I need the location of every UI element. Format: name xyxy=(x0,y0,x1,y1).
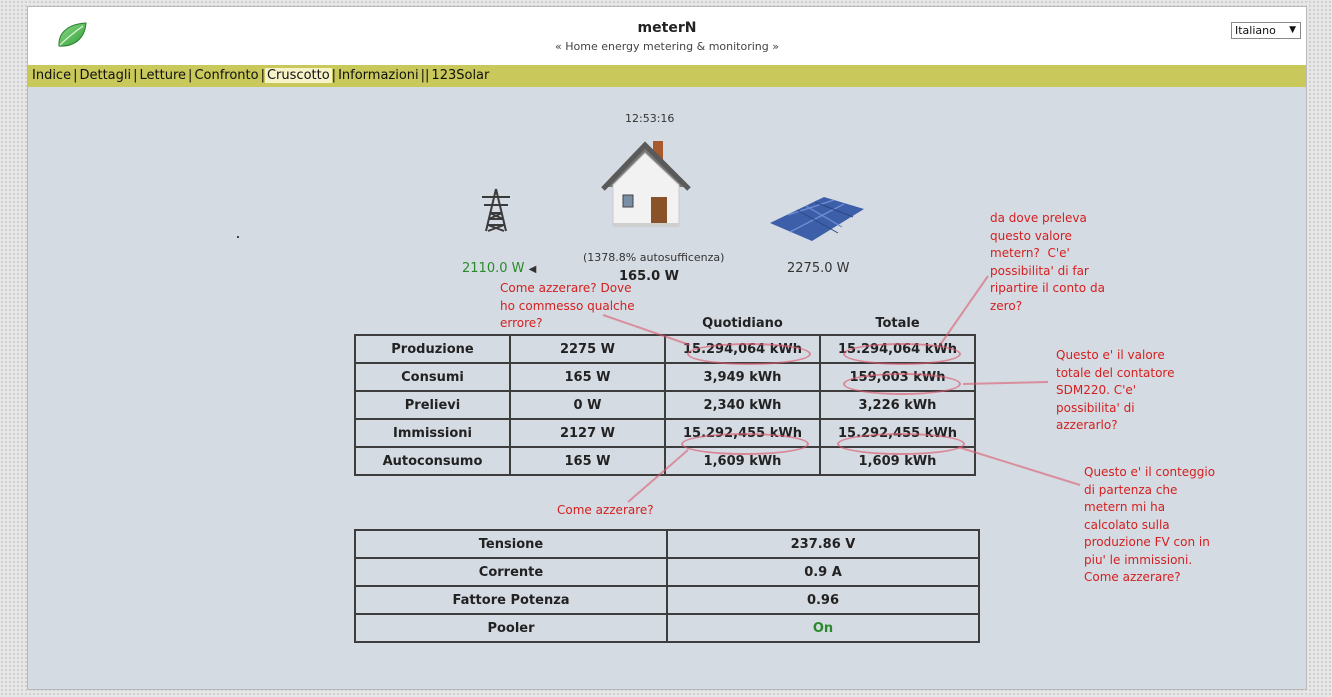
row-label: Pooler xyxy=(354,613,668,643)
nav-item-123solar[interactable]: 123Solar xyxy=(429,68,491,83)
highlight-ellipse xyxy=(843,373,961,395)
site-subtitle: « Home energy metering & monitoring » xyxy=(555,40,779,53)
nav-item-cruscotto[interactable]: Cruscotto xyxy=(264,68,332,83)
table-row: Corrente 0.9 A xyxy=(354,557,980,587)
table-header-cell xyxy=(355,312,510,335)
cell-daily: 3,949 kWh xyxy=(664,362,821,392)
electrical-table: Tensione 237.86 V Corrente 0.9 A Fattore… xyxy=(354,529,980,643)
site-title: meterN xyxy=(637,20,697,36)
language-select-value: Italiano xyxy=(1235,24,1276,37)
pooler-status: On xyxy=(666,613,980,643)
cell-value: 237.86 V xyxy=(666,529,980,559)
cell-power: 165 W xyxy=(509,446,666,476)
clock: 12:53:16 xyxy=(625,112,675,125)
stray-dot xyxy=(237,236,239,238)
table-row: Prelievi 0 W 2,340 kWh 3,226 kWh xyxy=(354,390,976,420)
highlight-ellipse xyxy=(837,433,965,455)
page-frame: meterN « Home energy metering & monitori… xyxy=(27,6,1307,690)
row-label: Fattore Potenza xyxy=(354,585,668,615)
autosufficiency-text: (1378.8% autosufficenza) xyxy=(583,251,725,264)
table-row: Fattore Potenza 0.96 xyxy=(354,585,980,615)
flow-arrow-icon: ◀ xyxy=(528,264,537,275)
row-label: Produzione xyxy=(354,334,511,364)
cell-daily: 2,340 kWh xyxy=(664,390,821,420)
highlight-ellipse xyxy=(843,343,961,365)
cell-power: 165 W xyxy=(509,362,666,392)
cell-value: 0.96 xyxy=(666,585,980,615)
row-label: Prelievi xyxy=(354,390,511,420)
grid-power-value: 2110.0 W ◀ xyxy=(462,261,536,276)
nav-item-indice[interactable]: Indice xyxy=(28,68,73,83)
cell-total: 3,226 kWh xyxy=(819,390,976,420)
nav-item-confronto[interactable]: Confronto xyxy=(192,68,260,83)
table-row: Tensione 237.86 V xyxy=(354,529,980,559)
table-row: Pooler On xyxy=(354,613,980,643)
annotation-note-4: Come azzerare? xyxy=(557,503,654,517)
language-select[interactable]: Italiano ▼ xyxy=(1231,22,1301,39)
nav-item-informazioni[interactable]: Informazioni xyxy=(336,68,421,83)
row-label: Corrente xyxy=(354,557,668,587)
power-pylon-icon xyxy=(478,187,514,237)
highlight-ellipse xyxy=(681,433,809,455)
nav-item-letture[interactable]: Letture xyxy=(138,68,189,83)
pv-power-value: 2275.0 W xyxy=(787,261,850,276)
table-header-row: Quotidiano Totale xyxy=(355,312,975,335)
house-icon xyxy=(599,135,691,235)
header: meterN « Home energy metering & monitori… xyxy=(28,7,1306,65)
chevron-down-icon: ▼ xyxy=(1289,25,1296,35)
cell-power: 0 W xyxy=(509,390,666,420)
cell-power: 2275 W xyxy=(509,334,666,364)
row-label: Consumi xyxy=(354,362,511,392)
solar-panel-icon xyxy=(768,195,866,249)
row-label: Immissioni xyxy=(354,418,511,448)
highlight-ellipse xyxy=(687,343,811,365)
cell-value: 0.9 A xyxy=(666,557,980,587)
nav-bar: Indice | Dettagli | Letture | Confronto | Crusco… xyxy=(28,65,1306,87)
table-header-daily: Quotidiano xyxy=(702,315,783,331)
nav-item-dettagli[interactable]: Dettagli xyxy=(77,68,133,83)
cell-power: 2127 W xyxy=(509,418,666,448)
annotation-note-2: da dove preleva questo valore metern? C'… xyxy=(990,211,1105,313)
annotation-note-5: Questo e' il conteggio di partenza che m… xyxy=(1084,465,1216,584)
annotation-note-3: Questo e' il valore totale del contatore… xyxy=(1056,348,1175,432)
table-header-total: Totale xyxy=(875,315,920,331)
annotation-note-1: Come azzerare? Dove ho commesso qualche … xyxy=(500,281,635,330)
row-label: Tensione xyxy=(354,529,668,559)
row-label: Autoconsumo xyxy=(354,446,511,476)
grid-power-text: 2110.0 W xyxy=(462,261,525,276)
